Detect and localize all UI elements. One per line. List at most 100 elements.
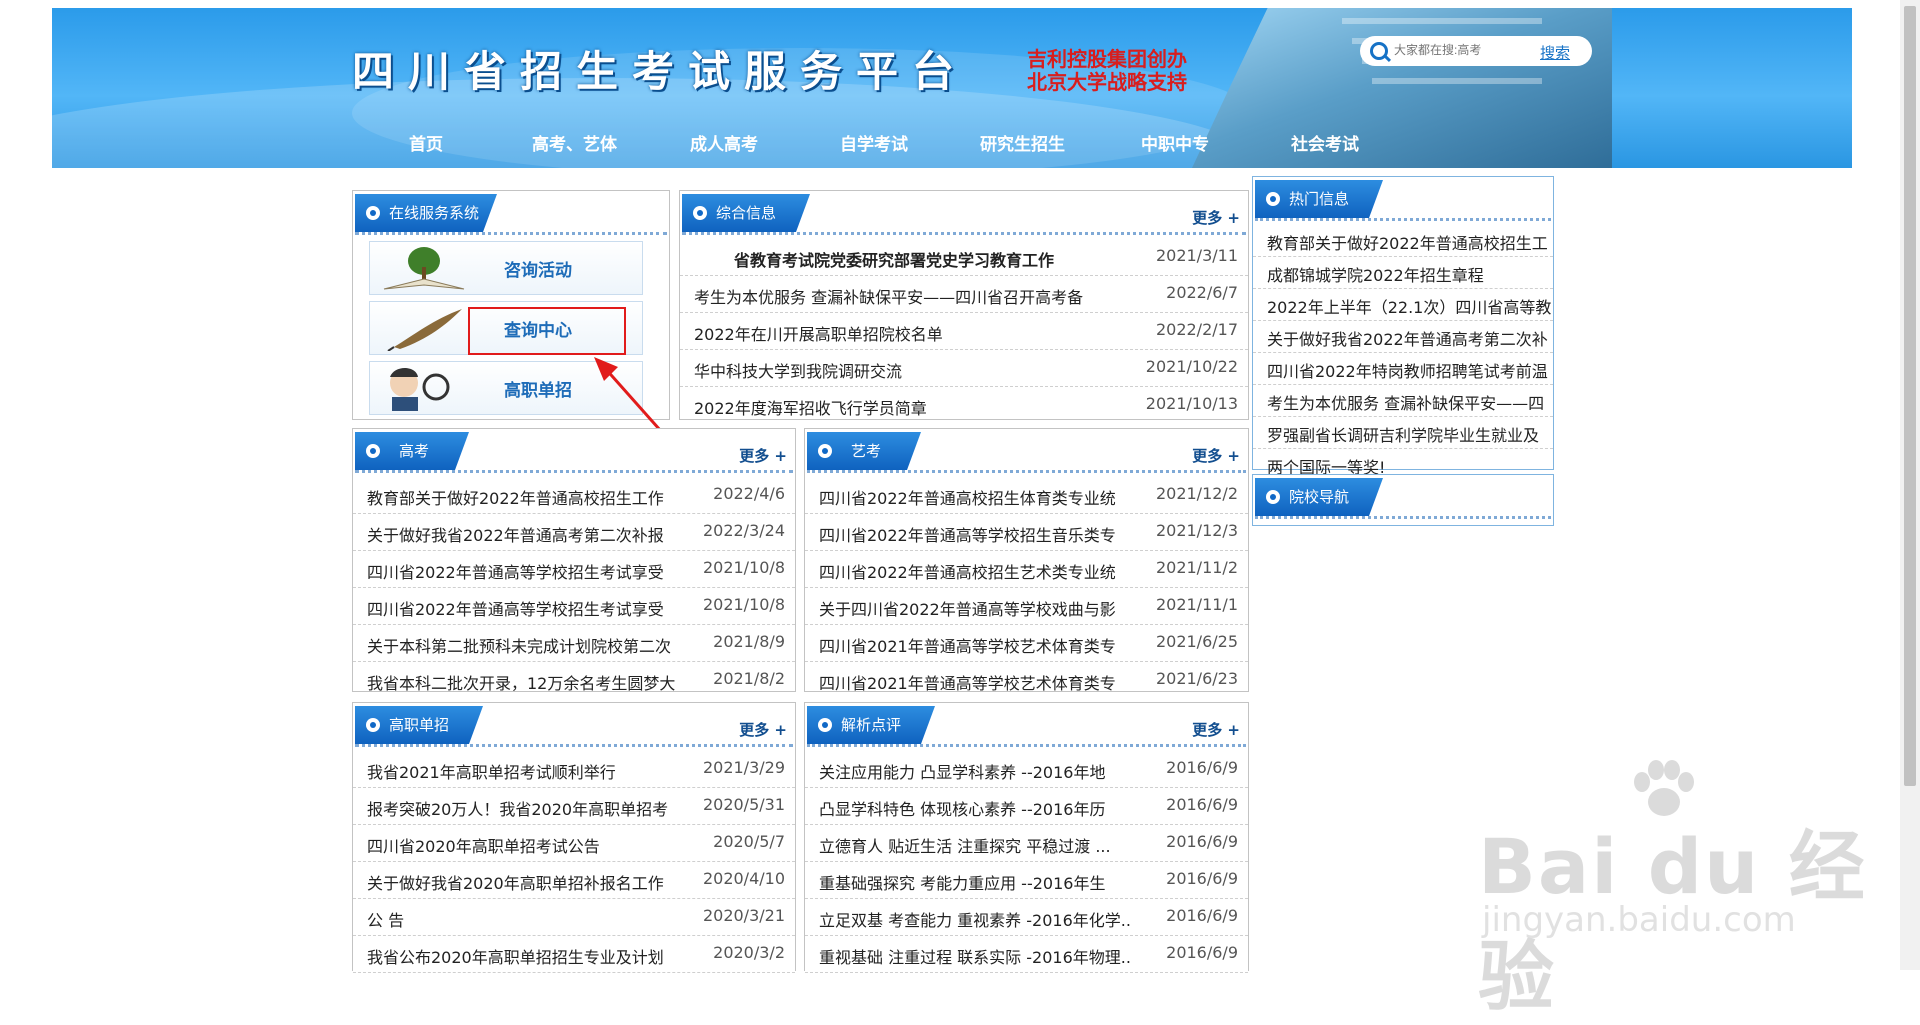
hot-news-row[interactable]: 四川省2022年特岗教师招聘笔试考前温 [1253, 353, 1553, 385]
news-title: 报考突破20万人！我省2020年高职单招考 [367, 796, 668, 820]
news-date: 2021/3/11 [1155, 246, 1238, 265]
news-title: 关于做好我省2020年高职单招补报名工作 [367, 870, 664, 894]
news-title: 关于做好我省2022年普通高考第二次补 [1267, 326, 1548, 350]
nav-self-study[interactable]: 自学考试 [840, 130, 908, 155]
sponsor-line-1: 吉利控股集团创办 [1027, 47, 1187, 71]
news-row[interactable]: 四川省2022年普通高等学校招生考试享受 2021/10/8 [353, 551, 795, 588]
more-link[interactable]: 更多 + [1192, 445, 1240, 466]
news-title: 公 告 [367, 907, 404, 931]
news-title: 四川省2022年普通高校招生艺术类专业统 [819, 559, 1116, 583]
news-title: 凸显学科特色 体现核心素养 --2016年历 [819, 796, 1105, 820]
news-date: 2020/3/2 [713, 943, 785, 962]
news-row[interactable]: 四川省2021年普通高等学校艺术体育类专 2021/6/25 [805, 625, 1248, 662]
panel-title: 高考 [355, 432, 469, 470]
news-title: 考生为本优服务 查漏补缺保平安——四 [1267, 390, 1544, 414]
bullet-icon [366, 444, 380, 458]
news-date: 2021/10/8 [702, 595, 785, 614]
magnifier-boy-icon [390, 368, 450, 411]
news-row[interactable]: 四川省2022年普通高等学校招生考试享受 2021/10/8 [353, 588, 795, 625]
nav-social-exam[interactable]: 社会考试 [1291, 130, 1359, 155]
news-date: 2021/12/3 [1155, 521, 1238, 540]
service-item-consult[interactable]: 咨询活动 [369, 241, 643, 295]
news-row[interactable]: 立足双基 考查能力 重视素养 -2016年化学.. 2016/6/9 [805, 899, 1248, 936]
news-row[interactable]: 公 告 2020/3/21 [353, 899, 795, 936]
news-date: 2016/6/9 [1166, 795, 1238, 814]
bullet-icon [366, 718, 380, 732]
hot-news-row[interactable]: 教育部关于做好2022年普通高校招生工 [1253, 225, 1553, 257]
news-row[interactable]: 关注应用能力 凸显学科素养 --2016年地 2016/6/9 [805, 751, 1248, 788]
nav-vocational[interactable]: 中职中专 [1141, 130, 1209, 155]
news-row[interactable]: 2022年在川开展高职单招院校名单 2022/2/17 [680, 313, 1248, 350]
featured-news-row[interactable]: 省教育考试院党委研究部署党史学习教育工作 2021/3/11 [680, 239, 1248, 276]
news-row[interactable]: 我省本科二批次开录，12万余名考生圆梦大 2021/8/2 [353, 662, 795, 698]
watermark-url: jingyan.baidu.com [1482, 900, 1796, 940]
news-row[interactable]: 四川省2021年普通高等学校艺术体育类专 2021/6/23 [805, 662, 1248, 698]
panel-title[interactable]: 院校导航 [1255, 478, 1383, 516]
more-link[interactable]: 更多 + [739, 445, 787, 466]
hot-news-row[interactable]: 关于做好我省2022年普通高考第二次补 [1253, 321, 1553, 353]
news-date: 2016/6/9 [1166, 832, 1238, 851]
search-link[interactable]: 搜索 [1540, 42, 1570, 63]
panel-title: 艺考 [807, 432, 921, 470]
news-row[interactable]: 教育部关于做好2022年普通高校招生工作 2022/4/6 [353, 477, 795, 514]
hot-info-panel: 热门信息 教育部关于做好2022年普通高校招生工 成都锦城学院2022年招生章程… [1252, 176, 1554, 477]
panel-title: 解析点评 [807, 706, 935, 744]
news-date: 2021/12/2 [1155, 484, 1238, 503]
nav-home[interactable]: 首页 [409, 130, 443, 155]
page-scrollbar[interactable] [1900, 0, 1920, 970]
panel-header: 艺考 更多 + [805, 429, 1248, 473]
news-row[interactable]: 四川省2022年普通高校招生艺术类专业统 2021/11/2 [805, 551, 1248, 588]
news-row[interactable]: 凸显学科特色 体现核心素养 --2016年历 2016/6/9 [805, 788, 1248, 825]
news-row[interactable]: 四川省2022年普通高等学校招生音乐类专 2021/12/3 [805, 514, 1248, 551]
news-row[interactable]: 考生为本优服务 查漏补缺保平安——四川省召开高考备 2022/6/7 [680, 276, 1248, 313]
news-date: 2021/6/25 [1155, 632, 1238, 651]
news-row[interactable]: 关于四川省2022年普通高等学校戏曲与影 2021/11/1 [805, 588, 1248, 625]
hot-news-row[interactable]: 成都锦城学院2022年招生章程 [1253, 257, 1553, 289]
hot-news-row[interactable]: 2022年上半年（22.1次）四川省高等教 [1253, 289, 1553, 321]
news-row[interactable]: 关于做好我省2020年高职单招补报名工作 2020/4/10 [353, 862, 795, 899]
news-title: 四川省2022年普通高等学校招生考试享受 [367, 559, 664, 583]
baidu-jingyan-watermark: Bai du 经验 jingyan.baidu.com [1478, 760, 1898, 1021]
vocational-enroll-panel: 高职单招 更多 + 我省2021年高职单招考试顺利举行 2021/3/29 报考突… [352, 702, 796, 973]
news-title: 省教育考试院党委研究部署党史学习教育工作 [734, 247, 1054, 271]
more-link[interactable]: 更多 + [739, 719, 787, 740]
search-icon[interactable] [1370, 42, 1388, 60]
news-date: 2021/8/9 [713, 632, 785, 651]
news-row[interactable]: 华中科技大学到我院调研交流 2021/10/22 [680, 350, 1248, 387]
news-date: 2022/3/24 [702, 521, 785, 540]
search-input[interactable] [1392, 42, 1536, 58]
news-row[interactable]: 四川省2022年普通高校招生体育类专业统 2021/12/2 [805, 477, 1248, 514]
scrollbar-thumb[interactable] [1904, 6, 1916, 786]
sponsor-text: 吉利控股集团创办 北京大学战略支持 [1027, 48, 1187, 94]
news-title: 2022年度海军招收飞行学员简章 [694, 395, 927, 419]
more-link[interactable]: 更多 + [1192, 207, 1240, 228]
panel-title: 热门信息 [1255, 180, 1383, 218]
news-row[interactable]: 关于本科第二批预科未完成计划院校第二次 2021/8/9 [353, 625, 795, 662]
hot-news-row[interactable]: 罗强副省长调研吉利学院毕业生就业及 [1253, 417, 1553, 449]
news-row[interactable]: 我省公布2020年高职单招招生专业及计划 2020/3/2 [353, 936, 795, 973]
more-link[interactable]: 更多 + [1192, 719, 1240, 740]
news-title: 华中科技大学到我院调研交流 [694, 358, 902, 382]
news-row[interactable]: 重基础强探究 考能力重应用 --2016年生 2016/6/9 [805, 862, 1248, 899]
nav-graduate[interactable]: 研究生招生 [980, 130, 1065, 155]
news-row[interactable]: 我省2021年高职单招考试顺利举行 2021/3/29 [353, 751, 795, 788]
nav-gaokao-yiti[interactable]: 高考、艺体 [532, 130, 617, 155]
search-box: 搜索 [1360, 36, 1592, 66]
news-row[interactable]: 四川省2020年高职单招考试公告 2020/5/7 [353, 825, 795, 862]
news-row[interactable]: 立德育人 贴近生活 注重探究 平稳过渡 ... 2016/6/9 [805, 825, 1248, 862]
nav-adult-exam[interactable]: 成人高考 [690, 130, 758, 155]
news-title: 立德育人 贴近生活 注重探究 平稳过渡 ... [819, 833, 1111, 857]
news-title: 我省公布2020年高职单招招生专业及计划 [367, 944, 664, 968]
hot-news-row[interactable]: 考生为本优服务 查漏补缺保平安——四 [1253, 385, 1553, 417]
news-row[interactable]: 2022年度海军招收飞行学员简章 2021/10/13 [680, 387, 1248, 423]
news-row[interactable]: 关于做好我省2022年普通高考第二次补报 2022/3/24 [353, 514, 795, 551]
news-date: 2021/11/2 [1155, 558, 1238, 577]
panel-header: 院校导航 [1253, 475, 1553, 519]
news-row[interactable]: 报考突破20万人！我省2020年高职单招考 2020/5/31 [353, 788, 795, 825]
site-title: 四川省招生考试服务平台 [352, 47, 969, 96]
news-row[interactable]: 重视基础 注重过程 联系实际 -2016年物理.. 2016/6/9 [805, 936, 1248, 973]
service-label: 咨询活动 [504, 261, 572, 281]
news-title: 立足双基 考查能力 重视素养 -2016年化学.. [819, 907, 1131, 931]
news-title: 2022年在川开展高职单招院校名单 [694, 321, 943, 345]
news-date: 2021/8/2 [713, 669, 785, 688]
